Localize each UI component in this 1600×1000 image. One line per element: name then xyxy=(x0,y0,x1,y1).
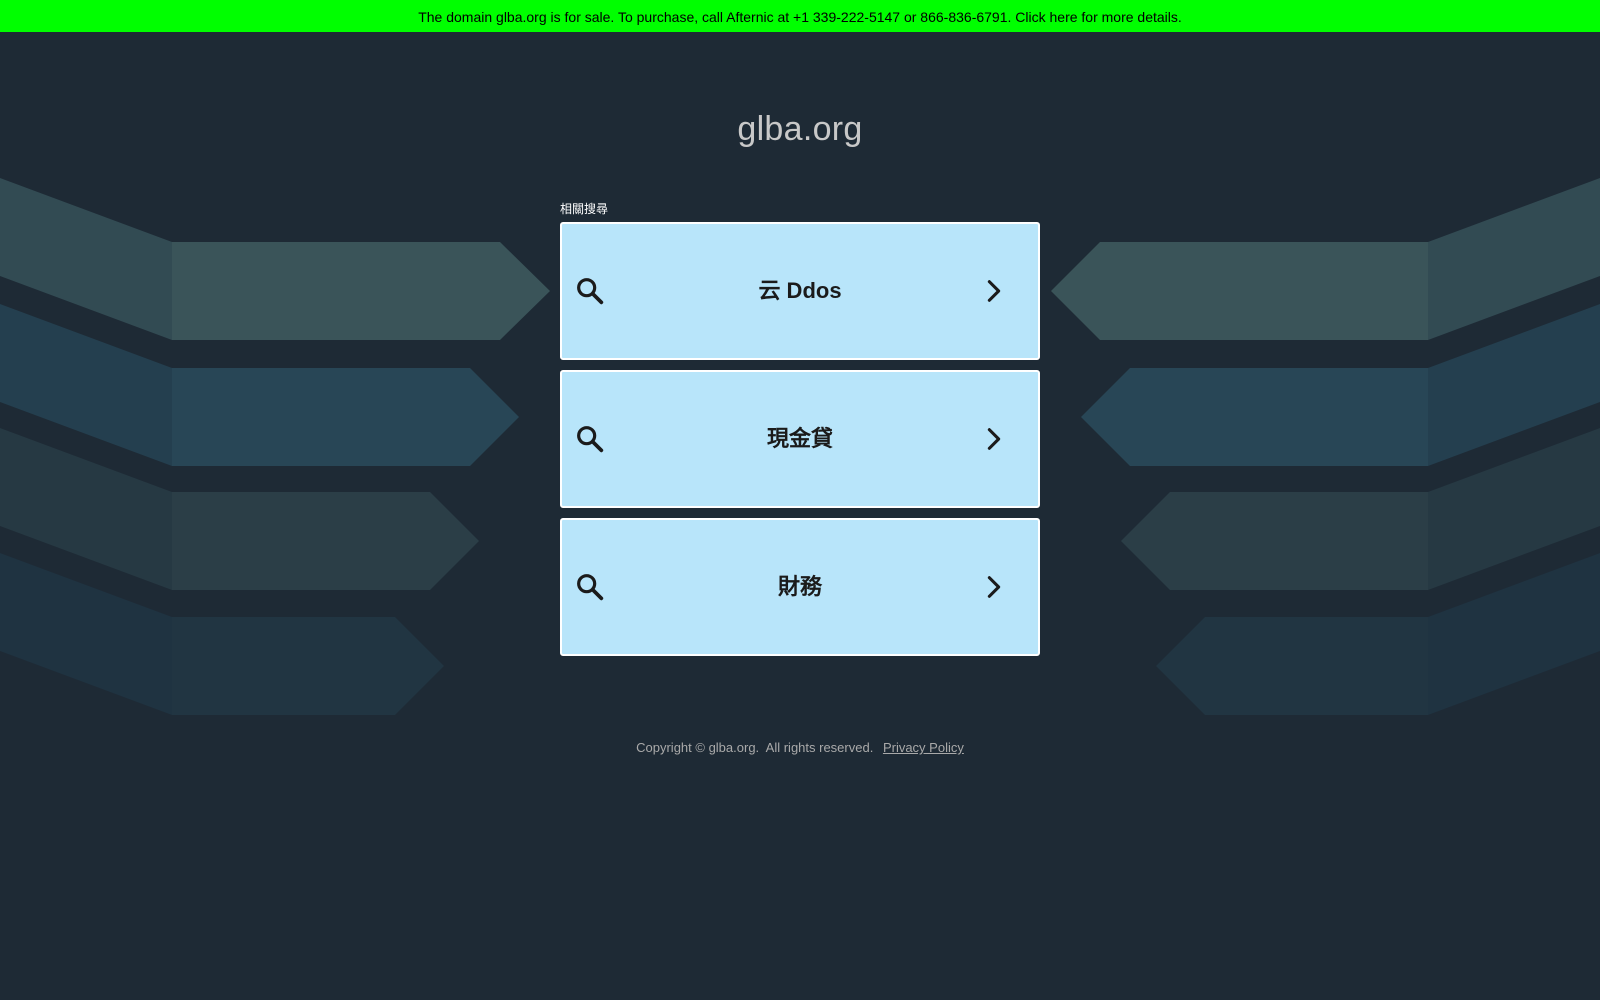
domain-title: glba.org xyxy=(737,110,863,148)
search-result-label: 現金貸 xyxy=(766,426,833,451)
search-result-cash-loan[interactable]: 現金貸 xyxy=(560,370,1040,508)
footer: Copyright © glba.org. All rights reserve… xyxy=(0,740,1600,755)
chevron-right-icon xyxy=(987,576,1001,598)
search-icon xyxy=(577,574,604,601)
search-result-label: 財務 xyxy=(777,574,822,599)
search-result-ddos[interactable]: 云 Ddos xyxy=(560,222,1040,360)
search-icon xyxy=(577,278,604,305)
search-result-finance[interactable]: 財務 xyxy=(560,518,1040,656)
chevron-right-icon xyxy=(987,280,1001,302)
copyright-text: Copyright © glba.org. All rights reserve… xyxy=(636,740,874,755)
domain-for-sale-banner[interactable]: The domain glba.org is for sale. To purc… xyxy=(0,0,1600,32)
search-icon xyxy=(577,426,604,453)
related-searches-label: 相關搜尋 xyxy=(560,202,609,216)
search-result-label: 云 Ddos xyxy=(758,278,842,303)
privacy-policy-link[interactable]: Privacy Policy xyxy=(883,740,964,755)
chevron-right-icon xyxy=(987,428,1001,450)
